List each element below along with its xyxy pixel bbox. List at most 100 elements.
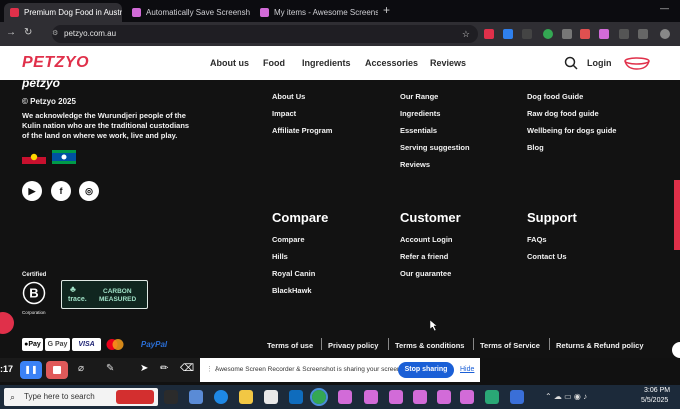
customer-heading: Customer	[400, 210, 461, 225]
extension-icon[interactable]	[562, 29, 572, 39]
side-tab[interactable]	[674, 180, 680, 250]
recorder-app-icon[interactable]	[413, 390, 427, 404]
cam-off-icon[interactable]: ⌀	[78, 363, 84, 374]
footer-link-essentials[interactable]: Essentials	[400, 126, 437, 135]
pen-tool-icon[interactable]: ✏	[160, 363, 168, 374]
footer-link-guarantee[interactable]: Our guarantee	[400, 269, 451, 278]
taskbar-search-input[interactable]: ⌕ Type here to search	[4, 388, 158, 406]
footer-link-raw-guide[interactable]: Raw dog food guide	[527, 109, 599, 118]
task-view-icon[interactable]	[164, 390, 178, 404]
divider	[549, 338, 550, 350]
chrome-icon[interactable]	[310, 388, 328, 406]
extensions-puzzle-icon[interactable]	[638, 29, 648, 39]
nav-about-us[interactable]: About us	[210, 58, 249, 68]
search-icon: ⌕	[10, 392, 16, 402]
recorder-app-icon[interactable]	[364, 390, 378, 404]
footer-link-serving[interactable]: Serving suggestion	[400, 143, 470, 152]
recorder-app-icon[interactable]	[389, 390, 403, 404]
footer-link-refer[interactable]: Refer a friend	[400, 252, 448, 261]
nav-food[interactable]: Food	[263, 58, 285, 68]
extension-icon[interactable]	[543, 29, 553, 39]
extension-icon[interactable]	[484, 29, 494, 39]
petzyo-logo[interactable]: PETZYO	[22, 54, 89, 72]
url-text: petzyo.com.au	[64, 29, 117, 38]
window-minimize-icon[interactable]: —	[660, 3, 669, 13]
extension-icon[interactable]	[503, 29, 513, 39]
terms-of-use-link[interactable]: Terms of use	[267, 341, 313, 350]
extension-icon[interactable]	[580, 29, 590, 39]
recorder-app-icon[interactable]	[338, 390, 352, 404]
chat-widget-button[interactable]	[0, 312, 14, 334]
youtube-icon[interactable]: ▶	[22, 181, 42, 201]
stop-record-button[interactable]	[46, 361, 68, 379]
refund-policy-link[interactable]: Returns & Refund policy	[556, 341, 644, 350]
nav-accessories[interactable]: Accessories	[365, 58, 418, 68]
recorder-app-icon[interactable]	[437, 390, 451, 404]
nav-reviews[interactable]: Reviews	[430, 58, 466, 68]
tab-my-items[interactable]: My items - Awesome Screensh ✕	[254, 3, 378, 22]
bookmark-star-icon[interactable]: ☆	[462, 25, 470, 43]
footer-link-about-us[interactable]: About Us	[272, 92, 305, 101]
footer-link-impact[interactable]: Impact	[272, 109, 296, 118]
instagram-icon[interactable]: ◎	[79, 181, 99, 201]
mail-icon[interactable]	[289, 390, 303, 404]
terms-conditions-link[interactable]: Terms & conditions	[395, 341, 464, 350]
site-info-icon[interactable]: ⚙	[52, 25, 58, 43]
reload-icon[interactable]: ↻	[24, 27, 32, 38]
visa-badge: VISA	[72, 338, 101, 351]
recorder-app-icon[interactable]	[460, 390, 474, 404]
cursor-tool-icon[interactable]: ➤	[140, 363, 148, 374]
search-icon[interactable]	[564, 56, 578, 70]
footer-link-contact[interactable]: Contact Us	[527, 252, 567, 261]
stop-icon	[53, 366, 61, 374]
footer-link-blackhawk[interactable]: BlackHawk	[272, 286, 312, 295]
login-link[interactable]: Login	[587, 58, 612, 68]
footer-link-hills[interactable]: Hills	[272, 252, 288, 261]
tab-label: Automatically Save Screenshot	[146, 8, 250, 17]
extension-favicon	[132, 8, 141, 17]
browser-tab-bar: Premium Dog Food in Australia ✕ Automati…	[0, 0, 680, 22]
sharing-message: Awesome Screen Recorder & Screenshot is …	[215, 366, 403, 373]
footer-link-dog-food-guide[interactable]: Dog food Guide	[527, 92, 583, 101]
nav-ingredients[interactable]: Ingredients	[302, 58, 351, 68]
terms-of-service-link[interactable]: Terms of Service	[480, 341, 540, 350]
hide-button[interactable]: Hide	[460, 366, 474, 373]
tab-screenshot[interactable]: Automatically Save Screenshot ✕	[126, 3, 250, 22]
scroll-top-button[interactable]	[672, 342, 680, 358]
footer-link-compare[interactable]: Compare	[272, 235, 305, 244]
stop-sharing-button[interactable]: Stop sharing	[398, 362, 454, 378]
profile-avatar[interactable]	[660, 29, 670, 39]
mic-off-icon[interactable]: ✎	[106, 363, 114, 374]
extension-icon[interactable]	[619, 29, 629, 39]
widgets-icon[interactable]	[189, 390, 203, 404]
facebook-icon[interactable]: f	[51, 181, 71, 201]
footer-link-reviews[interactable]: Reviews	[400, 160, 430, 169]
system-tray-icons[interactable]: ⌃ ☁ ▭ ◉ ♪	[545, 392, 587, 401]
clock-date[interactable]: 5/5/2025	[641, 397, 668, 404]
new-tab-button[interactable]: +	[383, 3, 390, 17]
clock-time[interactable]: 3:06 PM	[644, 387, 670, 394]
footer-link-ingredients[interactable]: Ingredients	[400, 109, 440, 118]
pause-button[interactable]: ❚❚	[20, 361, 42, 379]
footer-link-account-login[interactable]: Account Login	[400, 235, 453, 244]
footer-link-royal-canin[interactable]: Royal Canin	[272, 269, 315, 278]
address-bar[interactable]: ⚙ petzyo.com.au ☆	[52, 25, 478, 43]
footer-link-faqs[interactable]: FAQs	[527, 235, 547, 244]
footer-link-affiliate[interactable]: Affiliate Program	[272, 126, 332, 135]
forward-arrow-icon[interactable]: →	[6, 27, 16, 38]
store-icon[interactable]	[264, 390, 278, 404]
extension-icon[interactable]	[599, 29, 609, 39]
acknowledgement-line: of the land on where we work, live and p…	[22, 131, 178, 140]
extension-icon[interactable]	[522, 29, 532, 39]
bowl-cart-icon[interactable]	[623, 56, 651, 70]
edge-icon[interactable]	[214, 390, 228, 404]
app-icon[interactable]	[510, 390, 524, 404]
app-icon[interactable]	[485, 390, 499, 404]
footer-link-our-range[interactable]: Our Range	[400, 92, 438, 101]
privacy-policy-link[interactable]: Privacy policy	[328, 341, 378, 350]
tab-petzyo[interactable]: Premium Dog Food in Australia ✕	[4, 3, 122, 22]
footer-link-blog[interactable]: Blog	[527, 143, 544, 152]
file-explorer-icon[interactable]	[239, 390, 253, 404]
footer-link-wellbeing[interactable]: Wellbeing for dogs guide	[527, 126, 616, 135]
clear-tool-icon[interactable]: ⌫	[180, 363, 194, 374]
